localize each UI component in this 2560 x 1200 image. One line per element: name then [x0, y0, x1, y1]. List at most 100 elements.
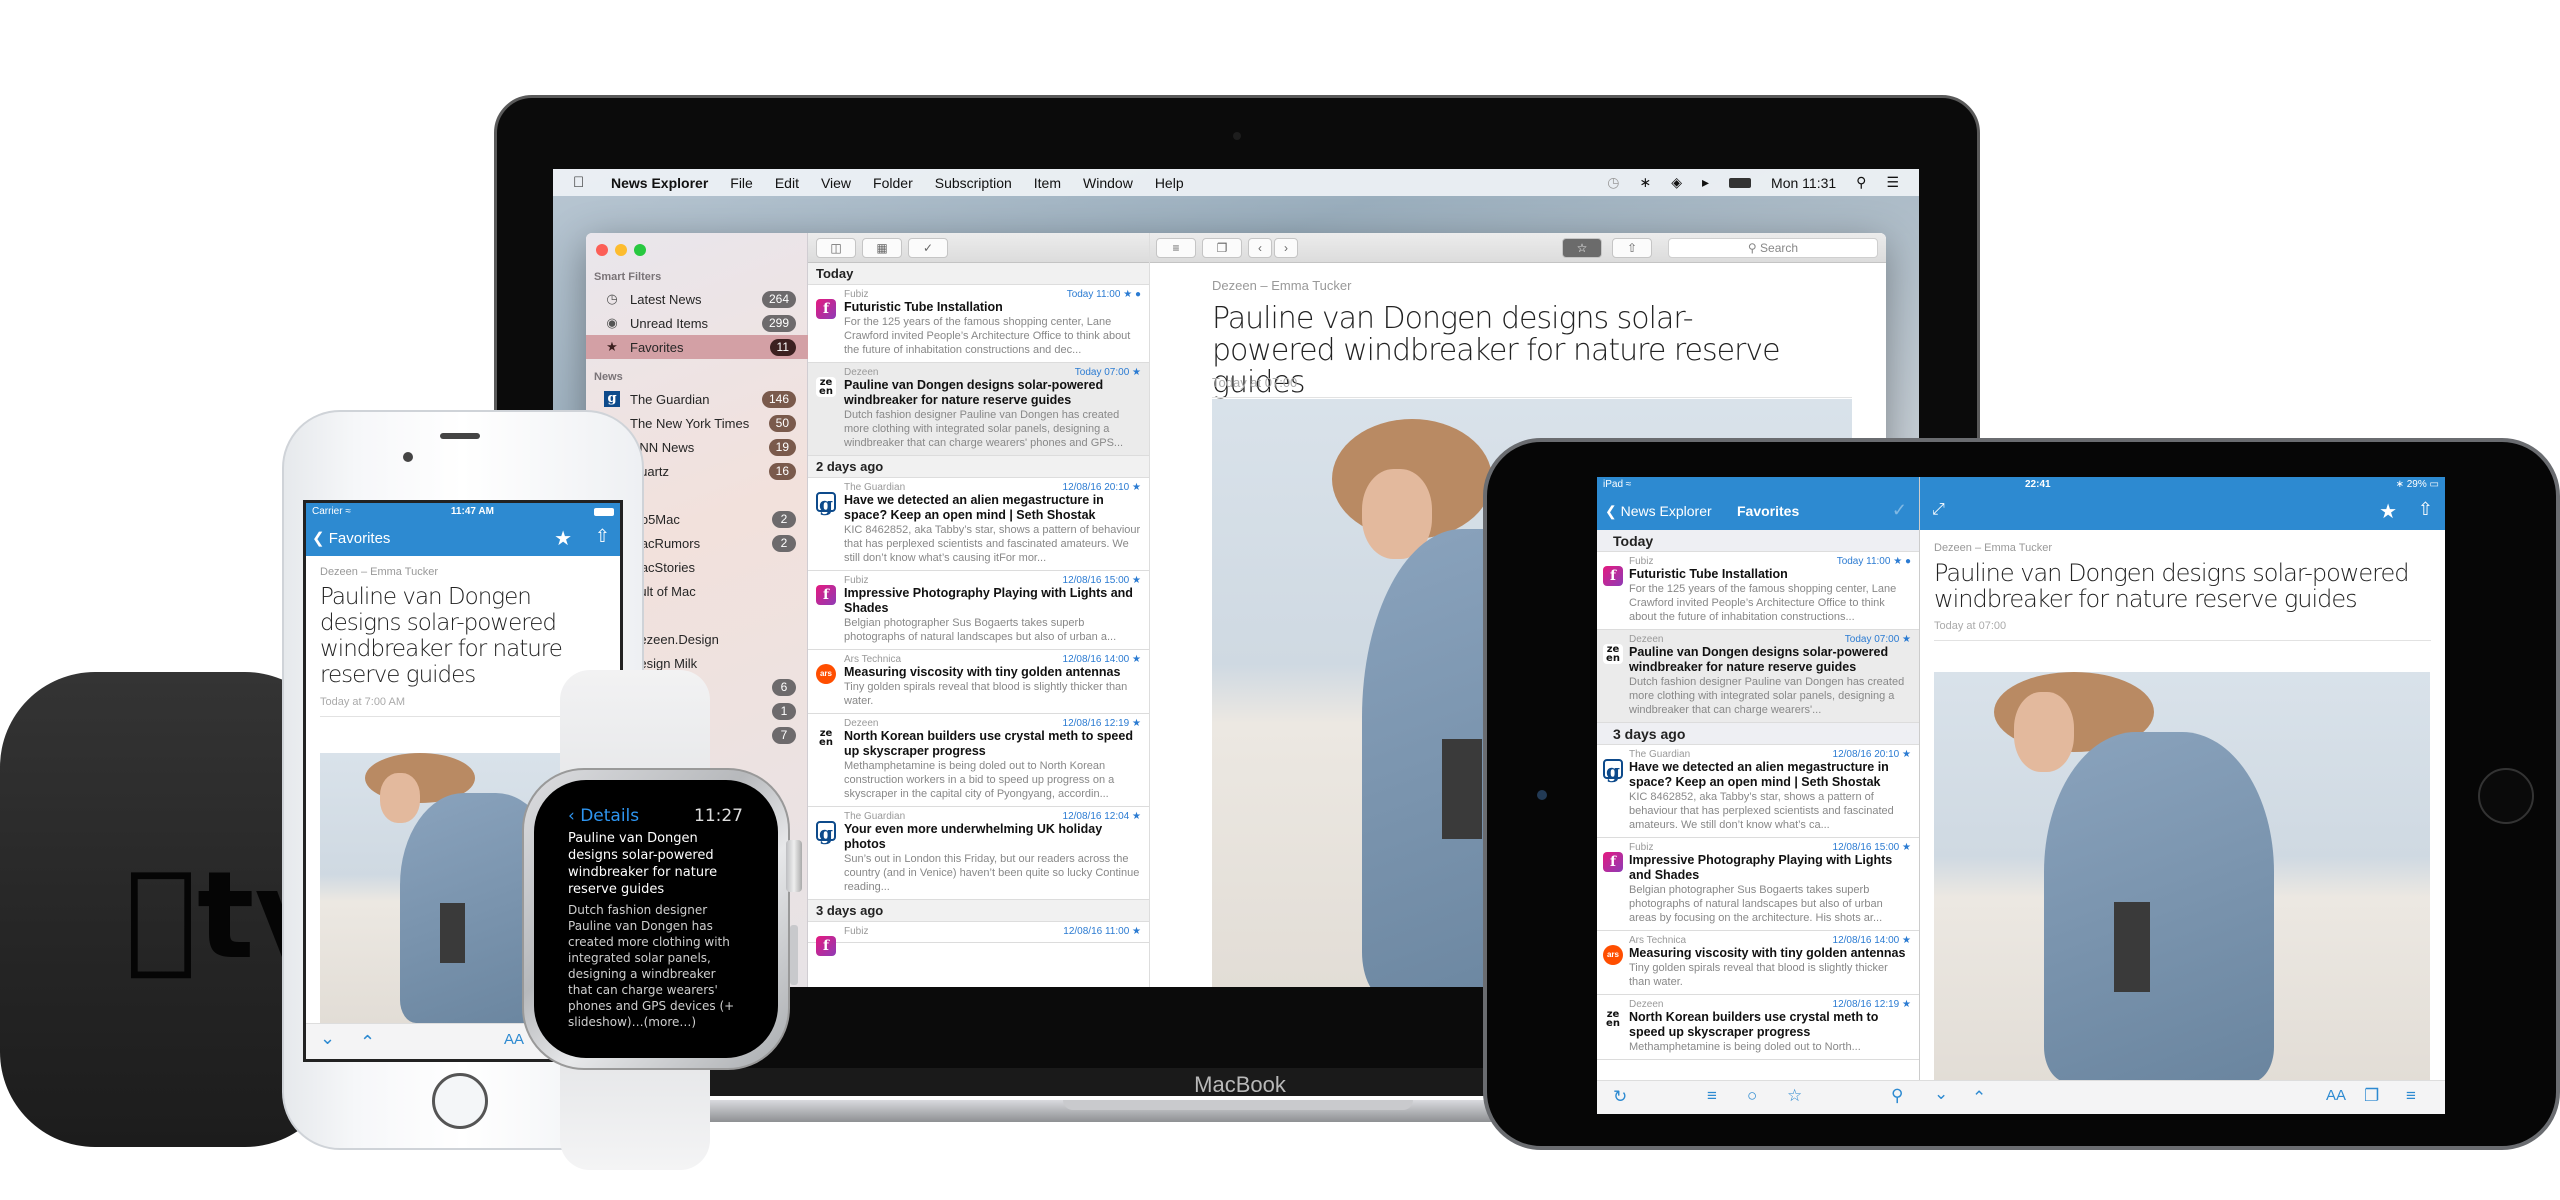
article-list-item[interactable]: f Fubiz Today 11:00 ★ ● Futuristic Tube Ins…: [808, 285, 1149, 363]
expand-icon[interactable]: ⤢: [1932, 501, 1945, 519]
battery-icon[interactable]: [1729, 177, 1752, 188]
list-icon[interactable]: ≡: [1707, 1086, 1717, 1106]
reader-divider: [1212, 397, 1852, 398]
watch-back-button[interactable]: ‹ Details: [568, 806, 639, 826]
sidebar-item-favorites[interactable]: ★ Favorites 11: [586, 335, 808, 359]
ipad-reader-toolbar: ⌄ ⌃ AA ❐ ≡: [1920, 1080, 2445, 1114]
volume-icon[interactable]: ▸: [1702, 174, 1709, 191]
chevron-down-icon[interactable]: ⌄: [1934, 1084, 1948, 1104]
macbook-label: MacBook: [1194, 1072, 1286, 1097]
article-date: 12/08/16 20:10 ★: [1832, 749, 1911, 760]
article-list-item[interactable]: ars Ars Technica 12/08/16 14:00 ★ Measuring…: [808, 650, 1149, 714]
article-summary: Belgian photographer Sus Bogaerts takes …: [1629, 884, 1883, 924]
menu-view[interactable]: View: [821, 175, 851, 191]
bluetooth-icon[interactable]: ∗: [1640, 174, 1652, 191]
section-header: 3 days ago: [808, 900, 1149, 922]
article-list-item[interactable]: ze en Dezeen Today 07:00 ★ Pauline van Dong…: [808, 363, 1149, 456]
chevron-up-icon[interactable]: ⌃: [1972, 1088, 1986, 1108]
mark-read-icon[interactable]: ✓: [1892, 500, 1907, 521]
section-header: 2 days ago: [808, 456, 1149, 478]
mark-read-icon[interactable]: ✓: [908, 237, 948, 258]
unread-filter-icon[interactable]: ○: [1747, 1086, 1757, 1106]
watch-band-bottom: [560, 1060, 710, 1170]
zoom-button[interactable]: [634, 244, 646, 256]
fubiz-feed-icon: f: [1603, 852, 1623, 872]
grid-view-icon[interactable]: ▦: [862, 237, 902, 258]
back-button[interactable]: ❮ News Explorer: [1605, 503, 1712, 520]
menu-app-name[interactable]: News Explorer: [611, 175, 708, 191]
watch-digital-crown[interactable]: [786, 840, 802, 892]
copy-icon[interactable]: ❐: [2364, 1086, 2379, 1106]
sidebar-item-unread-items[interactable]: ◉ Unread Items 299: [586, 311, 808, 335]
article-list-item[interactable]: g The Guardian 12/08/16 20:10 ★ Have we det…: [808, 478, 1149, 571]
article-list-item[interactable]: f Fubiz 12/08/16 15:00 ★ Impressive Photogr…: [1597, 838, 1919, 931]
search-icon[interactable]: ⚲: [1891, 1086, 1903, 1106]
wifi-icon[interactable]: ◈: [1671, 174, 1682, 191]
mac-menubar:  News Explorer File Edit View Folder Su…: [553, 169, 1919, 196]
guardian-feed-icon: g: [1603, 759, 1623, 781]
share-icon[interactable]: ⇧: [595, 526, 610, 547]
search-icon[interactable]: ⚲: [1856, 174, 1866, 191]
article-list-item[interactable]: f Fubiz Today 11:00 ★ ● Futuristic Tube Ins…: [1597, 552, 1919, 630]
article-list-item[interactable]: f Fubiz 12/08/16 11:00 ★: [808, 922, 1149, 956]
back-arrow-icon[interactable]: ‹: [1248, 238, 1272, 258]
menu-item[interactable]: Item: [1034, 175, 1061, 191]
back-button[interactable]: ❮ Favorites: [312, 529, 390, 547]
apple-icon[interactable]: : [573, 174, 589, 191]
star-filter-icon[interactable]: ☆: [1787, 1086, 1802, 1106]
article-list: Today f Fubiz Today 11:00 ★ ● Futuristic Tub…: [808, 263, 1149, 956]
share-icon[interactable]: ⇧: [1612, 238, 1652, 258]
reader-title: Pauline van Dongen designs solar-powered…: [1934, 559, 2410, 613]
article-summary: For the 125 years of the famous shopping…: [844, 316, 1131, 356]
reader-source: Dezeen – Emma Tucker: [1212, 278, 1352, 293]
article-list-item[interactable]: g The Guardian 12/08/16 12:04 ★ Your even m…: [808, 807, 1149, 900]
menubar-clock[interactable]: Mon 11:31: [1771, 175, 1836, 191]
font-size-button[interactable]: AA: [504, 1031, 524, 1048]
count-badge: 1: [772, 702, 796, 720]
time-machine-icon[interactable]: ◷: [1607, 174, 1619, 191]
menu-edit[interactable]: Edit: [775, 175, 799, 191]
article-date: 12/08/16 12:04 ★: [1062, 811, 1141, 822]
menu-file[interactable]: File: [730, 175, 753, 191]
share-icon[interactable]: ⇧: [2418, 499, 2433, 520]
menu-window[interactable]: Window: [1083, 175, 1133, 191]
article-list-item[interactable]: f Fubiz 12/08/16 15:00 ★ Impressive Photogr…: [808, 571, 1149, 650]
menu-subscription[interactable]: Subscription: [935, 175, 1012, 191]
forward-arrow-icon[interactable]: ›: [1274, 238, 1298, 258]
chevron-down-icon[interactable]: ⌄: [320, 1028, 335, 1049]
article-list-item[interactable]: ze en Dezeen 12/08/16 12:19 ★ North Korean …: [808, 714, 1149, 807]
star-icon[interactable]: ★: [2379, 499, 2397, 524]
close-button[interactable]: [596, 244, 608, 256]
iphone-home-button[interactable]: [432, 1073, 488, 1129]
article-list-item[interactable]: ze en Dezeen 12/08/16 12:19 ★ North Korean …: [1597, 995, 1919, 1060]
list-toolbar: ◫ ▦ ✓: [808, 233, 1149, 263]
list-icon[interactable]: ≡: [2406, 1086, 2416, 1106]
article-list-item[interactable]: g The Guardian 12/08/16 20:10 ★ Have we det…: [1597, 745, 1919, 838]
menu-help[interactable]: Help: [1155, 175, 1184, 191]
fubiz-feed-icon: f: [816, 585, 836, 605]
fubiz-feed-icon: f: [816, 936, 836, 956]
list-icon[interactable]: ☰: [1886, 174, 1899, 191]
sidebar-toggle-icon[interactable]: ◫: [816, 237, 856, 258]
favorite-star-button[interactable]: ☆: [1562, 238, 1602, 258]
chevron-left-icon: ❮: [312, 530, 325, 547]
star-icon[interactable]: ★: [554, 526, 572, 551]
watch-side-button[interactable]: [790, 925, 798, 985]
sidebar-item-latest-news[interactable]: ◷ Latest News 264: [586, 287, 808, 311]
ipad-time: 22:41: [2025, 479, 2051, 490]
ipad-home-button[interactable]: [2478, 768, 2534, 824]
ipad-list-toolbar: ↻ ≡ ○ ☆ ⚲: [1597, 1080, 1920, 1114]
article-list-item[interactable]: ze en Dezeen Today 07:00 ★ Pauline van Dong…: [1597, 630, 1919, 723]
refresh-icon[interactable]: ↻: [1613, 1087, 1627, 1107]
copy-icon[interactable]: ❐: [1202, 238, 1242, 258]
article-list-item[interactable]: ars Ars Technica 12/08/16 14:00 ★ Measuring…: [1597, 931, 1919, 995]
sidebar-item-label: The Guardian: [630, 391, 710, 407]
search-field[interactable]: ⚲ Search: [1668, 238, 1878, 258]
font-size-button[interactable]: AA: [2326, 1087, 2346, 1104]
minimize-button[interactable]: [615, 244, 627, 256]
chevron-up-icon[interactable]: ⌃: [360, 1032, 375, 1053]
list-view-icon[interactable]: ≡: [1156, 238, 1196, 258]
guardian-feed-icon: g: [816, 492, 836, 514]
menu-folder[interactable]: Folder: [873, 175, 913, 191]
sidebar-feed-guardian[interactable]: g The Guardian 146: [586, 387, 808, 411]
